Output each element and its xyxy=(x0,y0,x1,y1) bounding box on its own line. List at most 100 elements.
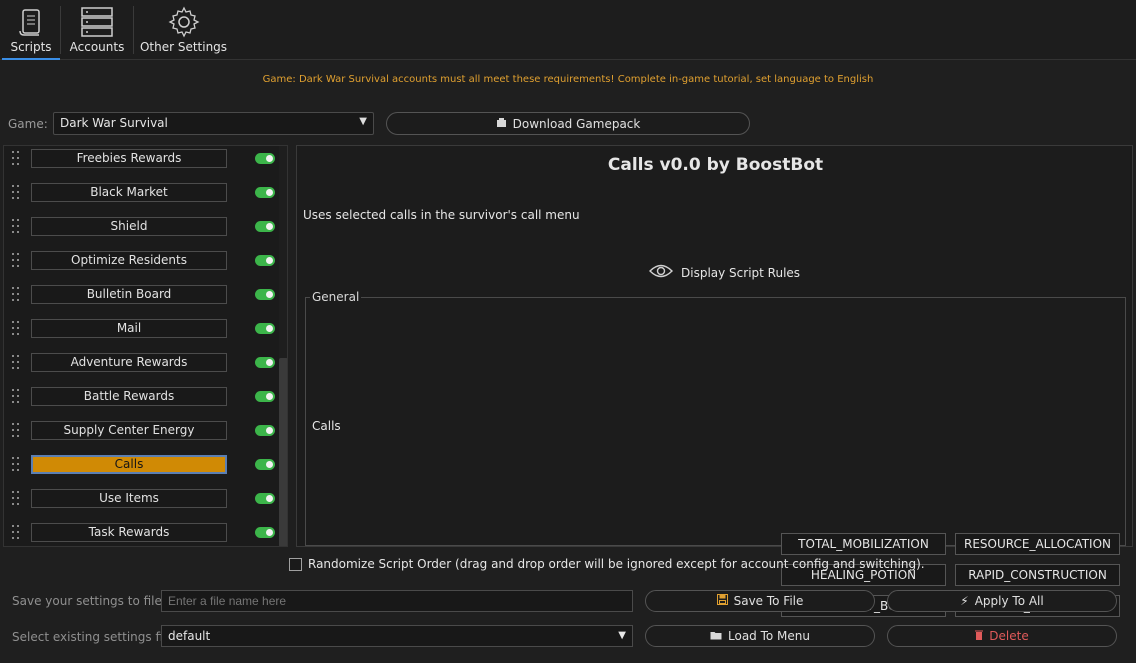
server-icon xyxy=(80,4,114,40)
group-title: General xyxy=(310,290,362,304)
drag-handle[interactable] xyxy=(12,525,20,543)
scroll-icon xyxy=(17,4,45,40)
script-toggle[interactable] xyxy=(255,289,275,300)
script-button[interactable]: Mail xyxy=(31,319,227,338)
drag-handle[interactable] xyxy=(12,321,20,339)
script-toggle[interactable] xyxy=(255,153,275,164)
drag-handle[interactable] xyxy=(12,423,20,441)
script-toggle[interactable] xyxy=(255,391,275,402)
script-row: Shield xyxy=(4,214,284,248)
save-to-file-button[interactable]: Save To File xyxy=(645,590,875,612)
drag-handle[interactable] xyxy=(12,491,20,509)
save-icon xyxy=(716,594,728,608)
requirements-notice: Game: Dark War Survival accounts must al… xyxy=(262,74,874,85)
chevron-down-icon: ▼ xyxy=(359,116,367,127)
script-row: Mail xyxy=(4,316,284,350)
game-select[interactable]: Dark War Survival ▼ xyxy=(53,112,374,135)
script-button[interactable]: Task Rewards xyxy=(31,523,227,542)
script-row: Use Items xyxy=(4,486,284,520)
script-button[interactable]: Adventure Rewards xyxy=(31,353,227,372)
apply-to-all-button[interactable]: ⚡ Apply To All xyxy=(887,590,1117,612)
drag-handle[interactable] xyxy=(12,185,20,203)
delete-label: Delete xyxy=(989,629,1029,643)
tab-divider xyxy=(133,6,134,54)
tab-scripts-label: Scripts xyxy=(10,40,52,54)
trash-icon xyxy=(975,629,984,643)
tab-bar: Scripts Accounts Other Settings xyxy=(0,0,1136,60)
script-button[interactable]: Shield xyxy=(31,217,227,236)
script-detail-panel: Calls v0.0 by BoostBot Uses selected cal… xyxy=(296,145,1133,617)
script-row: Bulletin Board xyxy=(4,282,284,316)
drag-handle[interactable] xyxy=(12,151,20,169)
script-button-calls-selected[interactable]: Calls xyxy=(31,455,227,474)
script-row: Battle Rewards xyxy=(4,384,284,418)
display-script-rules-button[interactable]: Display Script Rules xyxy=(649,263,800,282)
save-to-file-label: Save To File xyxy=(733,594,804,608)
randomize-checkbox[interactable] xyxy=(289,557,302,571)
tab-other-settings-label: Other Settings xyxy=(139,40,228,54)
game-select-value: Dark War Survival xyxy=(60,116,168,130)
script-toggle[interactable] xyxy=(255,221,275,232)
tab-accounts-label: Accounts xyxy=(69,40,125,54)
drag-handle[interactable] xyxy=(12,253,20,271)
script-toggle[interactable] xyxy=(255,459,275,470)
script-row: Task Rewards xyxy=(4,520,284,546)
call-option-button[interactable]: RESOURCE_ALLOCATION xyxy=(955,533,1120,555)
drag-handle[interactable] xyxy=(12,389,20,407)
package-icon xyxy=(496,117,507,131)
drag-handle[interactable] xyxy=(12,287,20,305)
script-description: Uses selected calls in the survivor's ca… xyxy=(303,208,580,222)
drag-handle[interactable] xyxy=(12,355,20,373)
display-script-rules-label: Display Script Rules xyxy=(681,265,801,280)
script-toggle[interactable] xyxy=(255,527,275,538)
drag-handle[interactable] xyxy=(12,219,20,237)
select-settings-label: Select existing settings file xyxy=(12,630,174,644)
script-toggle[interactable] xyxy=(255,255,275,266)
eye-icon xyxy=(649,263,673,282)
apply-to-all-label: Apply To All xyxy=(974,594,1044,608)
script-button[interactable]: Supply Center Energy xyxy=(31,421,227,440)
script-row: Black Market xyxy=(4,180,284,214)
script-button[interactable]: Battle Rewards xyxy=(31,387,227,406)
script-toggle[interactable] xyxy=(255,323,275,334)
settings-file-value: default xyxy=(168,629,211,643)
script-toggle[interactable] xyxy=(255,493,275,504)
script-row: Adventure Rewards xyxy=(4,350,284,384)
load-to-menu-label: Load To Menu xyxy=(728,629,810,643)
save-settings-label: Save your settings to file xyxy=(12,594,162,608)
script-row: Optimize Residents xyxy=(4,248,284,282)
script-button[interactable]: Freebies Rewards xyxy=(31,149,227,168)
randomize-order-option[interactable]: Randomize Script Order (drag and drop or… xyxy=(289,557,925,571)
general-group: General Calls TOTAL_MOBILIZATION RESOURC… xyxy=(305,290,1126,617)
script-toggle[interactable] xyxy=(255,425,275,436)
settings-file-select[interactable]: default ▼ xyxy=(161,625,633,647)
tab-other-settings[interactable]: Other Settings xyxy=(136,0,231,60)
script-toggle[interactable] xyxy=(255,187,275,198)
game-label: Game: xyxy=(8,117,48,131)
lightning-icon: ⚡ xyxy=(960,594,969,608)
script-button[interactable]: Use Items xyxy=(31,489,227,508)
script-title: Calls v0.0 by BoostBot xyxy=(607,155,824,175)
scrollbar-thumb[interactable] xyxy=(279,358,287,546)
chevron-down-icon: ▼ xyxy=(618,630,626,641)
download-gamepack-label: Download Gamepack xyxy=(512,116,641,131)
script-button[interactable]: Optimize Residents xyxy=(31,251,227,270)
calls-label: Calls xyxy=(312,419,341,433)
folder-icon xyxy=(710,629,722,643)
file-name-input[interactable] xyxy=(161,590,633,612)
randomize-label: Randomize Script Order (drag and drop or… xyxy=(308,557,925,571)
script-button[interactable]: Black Market xyxy=(31,183,227,202)
script-row: Supply Center Energy xyxy=(4,418,284,452)
script-row: Freebies Rewards xyxy=(4,146,284,180)
script-row: Calls xyxy=(4,452,284,486)
drag-handle[interactable] xyxy=(12,457,20,475)
load-to-menu-button[interactable]: Load To Menu xyxy=(645,625,875,647)
script-button[interactable]: Bulletin Board xyxy=(31,285,227,304)
tab-accounts[interactable]: Accounts xyxy=(61,0,133,60)
script-toggle[interactable] xyxy=(255,357,275,368)
download-gamepack-button[interactable]: Download Gamepack xyxy=(386,112,750,135)
tab-scripts[interactable]: Scripts xyxy=(2,0,60,60)
call-option-button[interactable]: RAPID_CONSTRUCTION xyxy=(955,564,1120,586)
call-option-button[interactable]: TOTAL_MOBILIZATION xyxy=(781,533,946,555)
delete-button[interactable]: Delete xyxy=(887,625,1117,647)
